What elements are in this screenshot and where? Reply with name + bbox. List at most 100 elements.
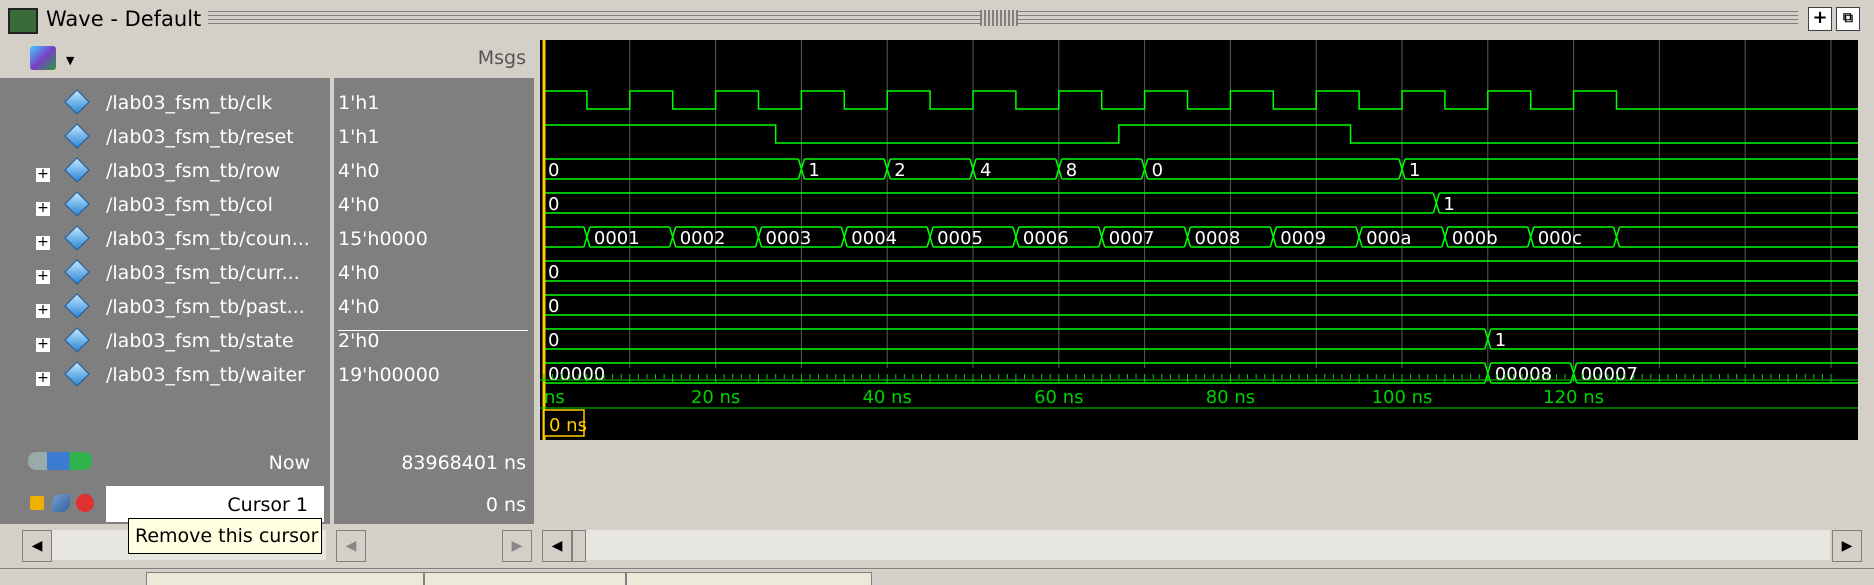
wrench-icon[interactable] xyxy=(52,494,70,512)
undock-icon[interactable]: ⧉ xyxy=(1836,7,1860,31)
signal-row[interactable]: + /lab03_fsm_tb/curr... xyxy=(0,257,330,291)
signal-icon xyxy=(64,191,90,217)
signal-name: /lab03_fsm_tb/row xyxy=(106,160,281,182)
bus-transition xyxy=(1612,226,1621,248)
bus-value: 0 xyxy=(548,296,559,317)
signal-row[interactable]: /lab03_fsm_tb/clk xyxy=(0,87,330,121)
bus-value: 00000 xyxy=(548,364,605,385)
window-title: Wave - Default xyxy=(46,7,202,31)
signal-name-pane: ▼ /lab03_fsm_tb/clk/lab03_fsm_tb/reset + /… xyxy=(0,40,330,440)
bus-value: 0 xyxy=(1152,160,1163,181)
bus-value: 00008 xyxy=(1495,364,1552,385)
chevron-down-icon[interactable]: ▼ xyxy=(66,54,74,67)
remove-cursor-icon[interactable] xyxy=(76,494,94,512)
bus-transition xyxy=(1441,226,1449,248)
signal-value: 4'h0 xyxy=(338,160,380,182)
bus-value: 0003 xyxy=(766,228,812,249)
signal-icon xyxy=(64,157,90,183)
bus-value: 1 xyxy=(808,160,819,181)
expand-icon[interactable]: + xyxy=(35,167,51,183)
signal-icon xyxy=(64,89,90,115)
expand-icon[interactable]: + xyxy=(35,371,51,387)
bus-value: 000b xyxy=(1452,228,1498,249)
bus-value: 1 xyxy=(1409,160,1420,181)
ruler-label: 20 ns xyxy=(691,387,740,408)
signal-row[interactable]: + /lab03_fsm_tb/waiter xyxy=(0,359,330,393)
expand-icon[interactable]: + xyxy=(35,269,51,285)
ruler-label: 60 ns xyxy=(1034,387,1083,408)
cursor-value-cell: 0 ns xyxy=(334,484,534,524)
tab[interactable] xyxy=(626,572,872,585)
now-value: 83968401 ns xyxy=(401,452,526,474)
bus-value: 0008 xyxy=(1195,228,1241,249)
bus-value: 0009 xyxy=(1280,228,1326,249)
wave-scroll-thumb[interactable] xyxy=(572,530,586,562)
scroll-right-button[interactable]: ▶ xyxy=(1832,530,1862,562)
now-value-cell: 83968401 ns xyxy=(334,440,534,484)
signal-value: 15'h0000 xyxy=(338,228,428,250)
bus-value: 0006 xyxy=(1023,228,1069,249)
signal-palette-icon[interactable] xyxy=(30,46,56,70)
bus-transition xyxy=(1432,192,1441,214)
signal-row[interactable]: + /lab03_fsm_tb/coun... xyxy=(0,223,330,257)
lock-icon[interactable] xyxy=(30,496,44,510)
signal-name: /lab03_fsm_tb/coun... xyxy=(106,228,310,250)
signal-name: /lab03_fsm_tb/waiter xyxy=(106,364,305,386)
signal-name: /lab03_fsm_tb/clk xyxy=(106,92,273,114)
clk-waveform xyxy=(544,90,1858,110)
bus-value: 1 xyxy=(1443,194,1454,215)
signal-row[interactable]: + /lab03_fsm_tb/past... xyxy=(0,291,330,325)
signal-value: 2'h0 xyxy=(338,330,380,352)
signal-icon xyxy=(64,293,90,319)
wave-scrollbar-track[interactable] xyxy=(586,530,1830,560)
signal-icon xyxy=(64,361,90,387)
bus-value: 0005 xyxy=(937,228,983,249)
bus-transition xyxy=(583,226,591,248)
bus-value: 000a xyxy=(1366,228,1411,249)
signal-value: 19'h00000 xyxy=(338,364,440,386)
tab[interactable] xyxy=(424,572,626,585)
reset-waveform xyxy=(544,124,1858,144)
expand-icon[interactable]: + xyxy=(35,303,51,319)
cursor-name-field[interactable]: Cursor 1 xyxy=(106,486,324,522)
ruler-label: 120 ns xyxy=(1543,387,1604,408)
signal-value: 4'h0 xyxy=(338,194,380,216)
signal-icon xyxy=(64,327,90,353)
now-row: Now xyxy=(0,440,330,484)
title-bar: Wave - Default + ⧉ xyxy=(0,0,1874,40)
scroll-left-button[interactable]: ◀ xyxy=(22,530,52,562)
tab[interactable] xyxy=(146,572,424,585)
expand-icon[interactable]: + xyxy=(35,337,51,353)
bus-value: 0 xyxy=(548,262,559,283)
waveform-pane[interactable]: 0 1 2 4 8 0 1 0 1 0001 0002 0003 0004 0005 0006 0007 000… xyxy=(540,40,1858,440)
bus-transition xyxy=(754,226,763,248)
signal-row[interactable]: /lab03_fsm_tb/reset xyxy=(0,121,330,155)
signal-row[interactable]: + /lab03_fsm_tb/col xyxy=(0,189,330,223)
bus-value: 0 xyxy=(548,194,559,215)
cursor-value: 0 ns xyxy=(485,494,526,516)
signal-name: /lab03_fsm_tb/state xyxy=(106,330,294,352)
bus-transition xyxy=(668,226,677,248)
expand-icon[interactable]: + xyxy=(35,201,51,217)
signal-icon xyxy=(64,123,90,149)
msgs-header: Msgs xyxy=(477,47,526,69)
expand-icon[interactable]: + xyxy=(35,235,51,251)
signal-value: 1'h1 xyxy=(338,126,380,148)
value-pane-header: Msgs xyxy=(334,40,534,80)
scroll-right-button[interactable]: ▶ xyxy=(502,530,532,562)
vertical-scrollbar[interactable] xyxy=(1858,40,1874,440)
signal-row[interactable]: + /lab03_fsm_tb/state xyxy=(0,325,330,359)
add-pane-button[interactable]: + xyxy=(1808,7,1832,31)
now-toolbar-icon[interactable] xyxy=(28,452,92,470)
signal-value: 4'h0 xyxy=(338,296,380,318)
cursor-marker-label: 0 ns xyxy=(549,415,587,436)
scroll-left-button[interactable]: ◀ xyxy=(336,530,366,562)
signal-icon xyxy=(64,225,90,251)
bus-transition xyxy=(926,226,934,248)
cursor-label: Cursor 1 xyxy=(227,494,308,516)
signal-value: 1'h1 xyxy=(338,92,380,114)
signal-row[interactable]: + /lab03_fsm_tb/row xyxy=(0,155,330,189)
bus-value: 000c xyxy=(1538,228,1582,249)
scroll-left-button[interactable]: ◀ xyxy=(542,530,572,562)
tooltip: Remove this cursor xyxy=(128,518,322,554)
